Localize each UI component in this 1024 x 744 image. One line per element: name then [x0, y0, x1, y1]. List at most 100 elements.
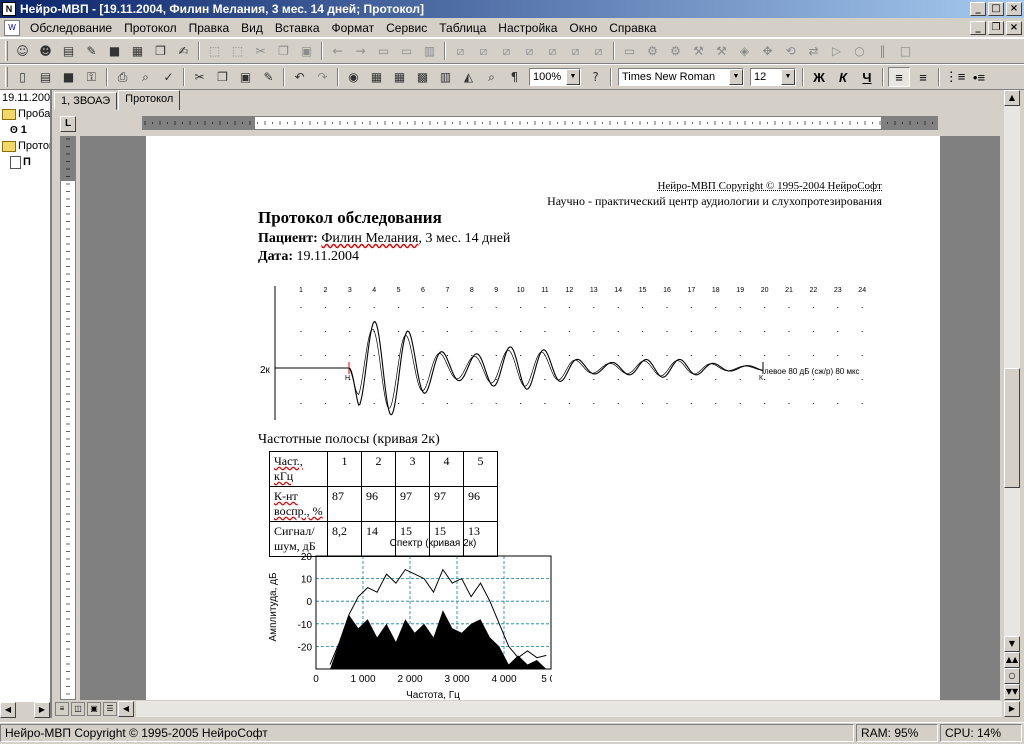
- select2-icon[interactable]: ⬚: [228, 42, 247, 61]
- font-name-dropdown-icon[interactable]: ▼: [729, 69, 743, 85]
- menu-vstavka[interactable]: Вставка: [269, 21, 326, 35]
- open-icon[interactable]: ▤: [36, 68, 55, 87]
- paste-doc-icon[interactable]: ▣: [236, 68, 255, 87]
- horizontal-ruler[interactable]: [142, 116, 938, 130]
- doc-restore-button[interactable]: ❐: [988, 20, 1004, 35]
- web-view-icon[interactable]: ◫: [71, 702, 85, 716]
- align-left-icon[interactable]: ≡: [888, 67, 910, 87]
- wave5-icon[interactable]: ⧄: [543, 42, 562, 61]
- font-size-dropdown-icon[interactable]: ▼: [781, 69, 795, 85]
- prev-page-icon[interactable]: ▲▲: [1004, 652, 1020, 668]
- wave6-icon[interactable]: ⧄: [566, 42, 585, 61]
- move-icon[interactable]: ✥: [758, 42, 777, 61]
- italic-button[interactable]: К: [832, 67, 854, 87]
- wave1-icon[interactable]: ⧄: [451, 42, 470, 61]
- paste-icon[interactable]: ▣: [297, 42, 316, 61]
- next-page-icon[interactable]: ▼▼: [1004, 684, 1020, 700]
- tool-icon[interactable]: ⚒: [689, 42, 708, 61]
- insert-table-icon[interactable]: ▦: [390, 68, 409, 87]
- horizontal-scroll-track[interactable]: [136, 701, 1002, 717]
- menu-obsledovanie[interactable]: Обследование: [24, 21, 118, 35]
- copy-doc-icon[interactable]: ❐: [151, 42, 170, 61]
- permission-icon[interactable]: ⚿: [82, 68, 101, 87]
- save-icon[interactable]: ■: [105, 42, 124, 61]
- select-icon[interactable]: ⬚: [205, 42, 224, 61]
- spectrum-chart[interactable]: Спектр (кривая 2к) Амплитуда, дБ Частота…: [262, 534, 552, 700]
- print-view-icon[interactable]: ▣: [87, 702, 101, 716]
- window-icon[interactable]: ▭: [620, 42, 639, 61]
- waveform-chart[interactable]: 1 2 3 4 5 6 7 8 9 10 11 12 13 14 15 16 17 18 19 20 21 22 23 24 …: [256, 282, 876, 422]
- zoom-dropdown-icon[interactable]: ▼: [566, 69, 580, 85]
- rotate-icon[interactable]: ⟲: [781, 42, 800, 61]
- browse-object-icon[interactable]: ○: [1004, 668, 1020, 684]
- redo-icon[interactable]: ↷: [313, 68, 332, 87]
- scroll-right-icon[interactable]: ▶: [1004, 701, 1020, 717]
- arrow-left-icon[interactable]: ←: [328, 42, 347, 61]
- tree-item-test-1[interactable]: ʘ 1: [0, 122, 50, 138]
- scroll-thumb[interactable]: [1004, 368, 1020, 488]
- font-size-select[interactable]: 12 ▼: [750, 68, 796, 86]
- new-document-icon[interactable]: ▯: [13, 68, 32, 87]
- scroll-up-icon[interactable]: ▲: [1004, 90, 1020, 106]
- menu-okno[interactable]: Окно: [563, 21, 603, 35]
- bold-button[interactable]: Ж: [808, 67, 830, 87]
- menu-format[interactable]: Формат: [326, 21, 381, 35]
- bullet-list-icon[interactable]: •≡: [968, 67, 990, 87]
- tables-borders-icon[interactable]: ▦: [367, 68, 386, 87]
- pause-icon[interactable]: ‖: [873, 42, 892, 61]
- columns-icon[interactable]: ▥: [436, 68, 455, 87]
- wave7-icon[interactable]: ⧄: [589, 42, 608, 61]
- menu-pravka[interactable]: Правка: [183, 21, 236, 35]
- patient-icon[interactable]: ☺: [13, 42, 32, 61]
- save-doc-icon[interactable]: ■: [59, 68, 78, 87]
- scroll-right-icon[interactable]: ▶: [34, 702, 50, 718]
- scroll-left-icon[interactable]: ◀: [118, 701, 134, 717]
- tool2-icon[interactable]: ⚒: [712, 42, 731, 61]
- zoom-select[interactable]: 100% ▼: [529, 68, 581, 86]
- doc-minimize-button[interactable]: _: [970, 20, 986, 35]
- tab-zvoae[interactable]: 1, ЗВОАЭ: [54, 92, 118, 110]
- transfer-icon[interactable]: ⇄: [804, 42, 823, 61]
- print-preview-icon[interactable]: ⌕: [136, 68, 155, 87]
- menu-tablitsa[interactable]: Таблица: [433, 21, 492, 35]
- document-page[interactable]: Нейро-МВП Copyright © 1995-2004 НейроСоф…: [146, 136, 940, 700]
- settings1-icon[interactable]: ⚙: [643, 42, 662, 61]
- menu-vid[interactable]: Вид: [235, 21, 269, 35]
- document-map-icon[interactable]: ⌕: [482, 68, 501, 87]
- vertical-ruler[interactable]: [60, 136, 76, 700]
- record-icon[interactable]: ○: [850, 42, 869, 61]
- wave3-icon[interactable]: ⧄: [497, 42, 516, 61]
- help-icon[interactable]: ?: [586, 68, 605, 87]
- document-list-icon[interactable]: ▦: [128, 42, 147, 61]
- menu-nastroika[interactable]: Настройка: [492, 21, 563, 35]
- justify-icon[interactable]: ≡: [912, 67, 934, 87]
- protocol-icon[interactable]: ✍: [174, 42, 193, 61]
- patient-search-icon[interactable]: ☻: [36, 42, 55, 61]
- frame-icon[interactable]: ▭: [374, 42, 393, 61]
- format-painter-icon[interactable]: ✎: [259, 68, 278, 87]
- show-formatting-icon[interactable]: ¶: [505, 68, 524, 87]
- copy-doc2-icon[interactable]: ❐: [213, 68, 232, 87]
- close-button[interactable]: ×: [1006, 2, 1022, 16]
- toolbar-grip[interactable]: [5, 41, 8, 61]
- settings2-icon[interactable]: ⚙: [666, 42, 685, 61]
- menu-protokol[interactable]: Протокол: [118, 21, 183, 35]
- tab-protocol[interactable]: Протокол: [118, 90, 181, 110]
- doc-close-button[interactable]: ×: [1006, 20, 1022, 35]
- tree-horizontal-scrollbar[interactable]: ◀ ▶: [0, 702, 50, 718]
- document-icon[interactable]: W: [4, 19, 20, 36]
- insert-excel-icon[interactable]: ▩: [413, 68, 432, 87]
- tab-stop-selector[interactable]: L: [60, 116, 76, 132]
- stop-icon[interactable]: □: [896, 42, 915, 61]
- tree-item-proba[interactable]: Проба: [0, 106, 50, 122]
- font-name-select[interactable]: Times New Roman ▼: [618, 68, 744, 86]
- underline-button[interactable]: Ч: [856, 67, 878, 87]
- tree-item-protocol-doc[interactable]: П: [0, 154, 50, 170]
- normal-view-icon[interactable]: ≡: [55, 702, 69, 716]
- horizontal-scrollbar[interactable]: ≡ ◫ ▣ ☰ ◀ ▶: [54, 700, 1020, 718]
- toolbar-grip-2[interactable]: [5, 67, 8, 87]
- scroll-down-icon[interactable]: ▼: [1004, 636, 1020, 652]
- spellcheck-icon[interactable]: ✓: [159, 68, 178, 87]
- frame2-icon[interactable]: ▭: [397, 42, 416, 61]
- hyperlink-icon[interactable]: ◉: [344, 68, 363, 87]
